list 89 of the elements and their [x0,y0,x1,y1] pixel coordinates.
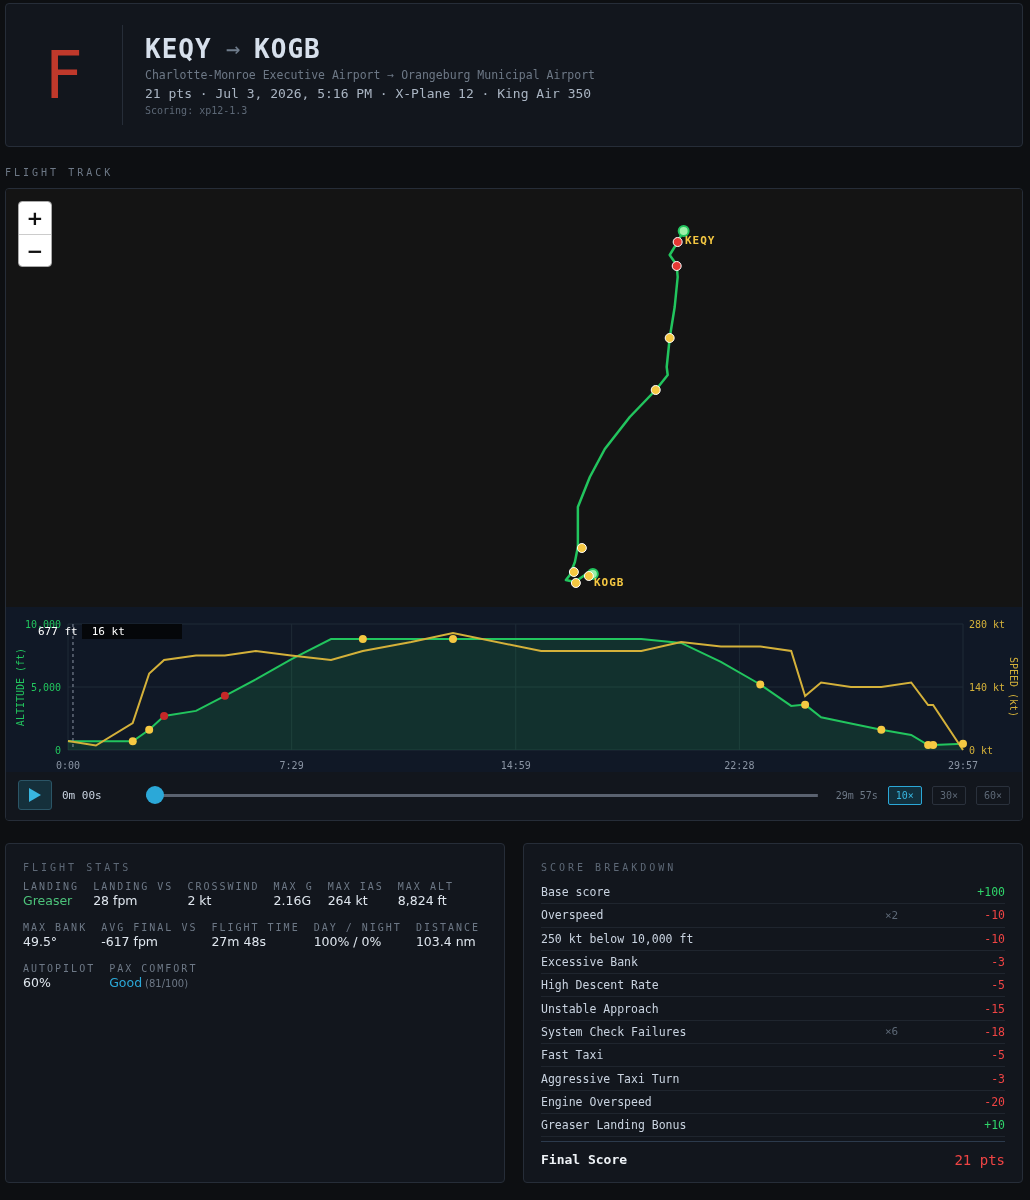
stat-label: FLIGHT TIME [211,922,300,933]
score-item-count: ×2 [885,908,900,922]
score-item-label: Greaser Landing Bonus [541,1118,688,1133]
score-item-points: -20 [983,1094,1005,1109]
score-item-points: -15 [983,1001,1005,1016]
stat-label: MAX ALT [397,881,454,892]
stat-value: -617 fpm [101,934,159,949]
score-item-label: Aggressive Taxi Turn [541,1071,681,1086]
stat-note: (81/100) [145,978,189,989]
axis-tick-label: 140 kt [969,682,1006,693]
scoring-version: Scoring: xp12-1.3 [145,105,249,116]
axis-tick-label: 280 kt [969,619,1006,630]
slider-thumb[interactable] [146,786,164,804]
axis-tick-label: 10,000 [24,619,61,630]
flight-details: 21 pts · Jul 3, 2026, 5:16 PM · X-Plane 12 · King Air 350 [145,86,593,101]
zoom-in-button[interactable]: + [19,202,51,234]
stat-label: MAX BANK [23,922,88,933]
score-item-label: 250 kt below 10,000 ft [541,931,695,946]
stat-value: 60% [23,975,51,990]
stat-value: 28 fpm [93,893,138,908]
axis-tick-label: 0 [54,745,61,756]
airport-label: KEQY [685,234,716,247]
total-time: 29m 57s [835,789,878,801]
stat-value: 264 kt [327,893,368,908]
card-title: FLIGHT STATS [23,862,133,873]
score-item-points: +100 [976,885,1005,900]
stat-label: CROSSWIND [187,881,260,892]
airport-label: KOGB [594,576,625,589]
speed-button[interactable]: 60× [975,785,1010,805]
axis-tick-label: 0:00 [55,760,81,771]
destination-code: KOGB [254,34,321,64]
section-title: FLIGHT TRACK [5,166,115,180]
score-item-label: High Descent Rate [541,978,660,993]
axis-tick-label: 29:57 [947,760,979,771]
score-item-points: +10 [983,1118,1005,1133]
stat-label: LANDING VS [93,881,174,892]
score-item-points: -3 [990,1071,1005,1086]
score-item-points: -3 [990,955,1005,970]
axis-tick-label: 7:29 [279,760,304,771]
score-item-count: ×6 [885,1025,900,1039]
stat-value: 8,824 ft [397,893,447,908]
score-item-label: Overspeed [541,908,605,923]
route-arrow: → [225,35,241,63]
stat-label: LANDING [23,881,80,892]
play-button[interactable] [18,780,52,810]
axis-tick-label: 0 kt [969,745,994,756]
score-item-label: Engine Overspeed [541,1094,653,1109]
grade-letter: F [44,36,84,114]
score-item-label: Excessive Bank [541,955,639,970]
axis-title: ALTITUDE (ft) [15,647,26,727]
stat-label: MAX G [273,881,314,892]
speed-button[interactable]: 30× [931,785,966,805]
stat-label: AVG FINAL VS [101,922,198,933]
card-title: SCORE BREAKDOWN [541,862,678,873]
speed-button[interactable]: 10× [887,785,922,805]
play-icon [28,787,42,803]
final-score-value: 21 pts [954,1152,1005,1169]
score-item-points: -10 [983,931,1005,946]
origin-code: KEQY [145,34,212,64]
stat-value: Greaser [23,893,73,908]
stat-value: 103.4 nm [415,934,476,949]
zoom-out-button[interactable]: − [19,234,51,266]
stat-value: 27m 48s [211,934,266,949]
speed-reading: 16 kt [81,624,182,639]
axis-tick-label: 22:28 [724,760,755,771]
score-item-label: System Check Failures [541,1024,688,1039]
stat-label: MAX IAS [327,881,384,892]
score-item-label: Base score [541,885,612,900]
score-item-label: Fast Taxi [541,1048,605,1063]
stat-label: DISTANCE [415,922,481,933]
axis-tick-label: 14:59 [500,760,531,771]
score-item-points: -5 [990,1048,1005,1063]
axis-tick-label: 5,000 [30,682,61,693]
stat-label: PAX COMFORT [109,963,198,974]
score-item-points: -18 [983,1024,1005,1039]
final-score-label: Final Score [541,1152,628,1169]
stat-value: 2.16G [273,893,312,908]
stat-label: AUTOPILOT [23,963,96,974]
stat-value: 2 kt [187,893,212,908]
score-item-points: -10 [983,908,1005,923]
axis-title: SPEED (kt) [1008,656,1019,718]
stat-value: Good [109,975,143,990]
stat-value: 100% / 0% [313,934,382,949]
elapsed-time: 0m 00s [62,788,103,802]
stat-value: 49.5° [23,934,58,949]
airport-names: Charlotte-Monroe Executive Airport → Orangeburg Municipal Airport [145,68,596,82]
stat-label: DAY / NIGHT [313,922,402,933]
score-item-label: Unstable Approach [541,1001,660,1016]
score-item-points: -5 [990,978,1005,993]
